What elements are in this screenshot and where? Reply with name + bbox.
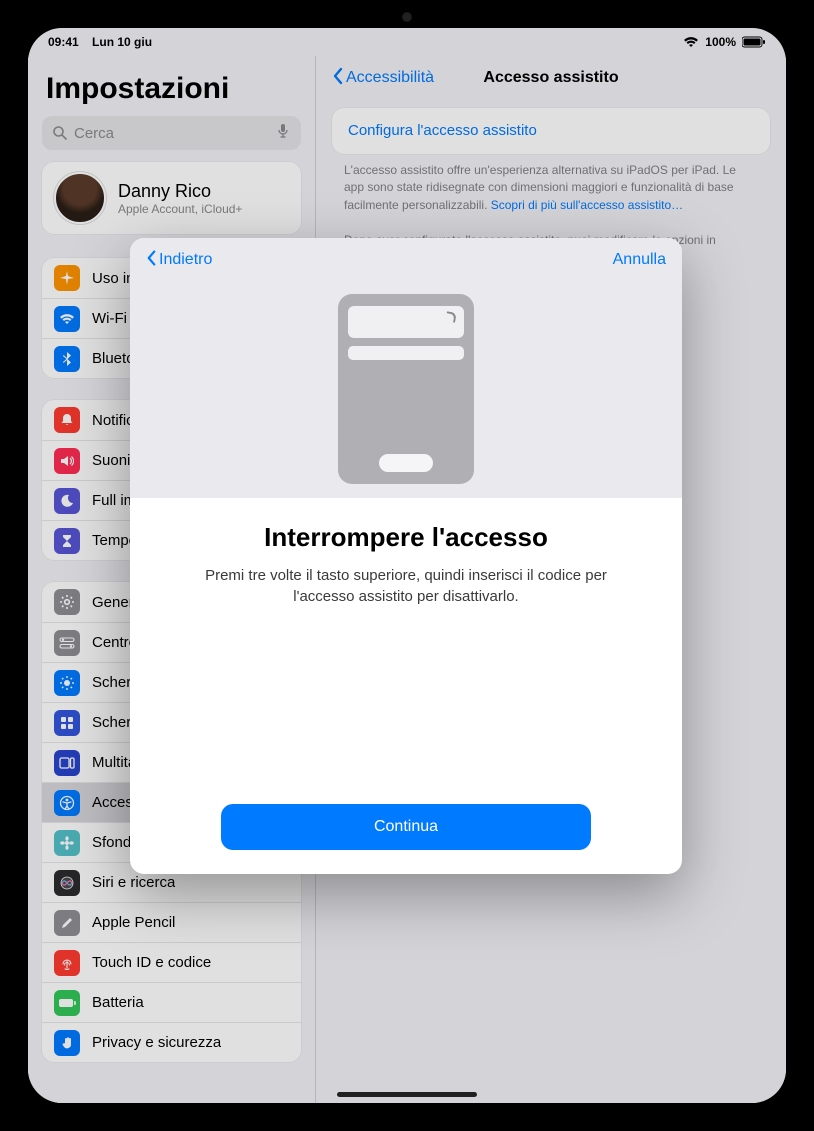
chevron-left-icon — [146, 249, 157, 272]
ipad-device-frame: 09:41 Lun 10 giu 100% Impostazioni — [0, 0, 814, 1131]
modal-sheet: Indietro Annulla Interrompere l'accesso … — [130, 238, 682, 874]
sheet-heading: Interrompere l'accesso — [170, 522, 642, 553]
continue-button[interactable]: Continua — [221, 804, 591, 850]
sheet-body-text: Premi tre volte il tasto superiore, quin… — [196, 565, 616, 607]
illus-top-bar — [348, 306, 464, 338]
sheet-nav: Indietro Annulla — [130, 238, 682, 282]
sheet-back-button[interactable]: Indietro — [146, 249, 212, 272]
screen: 09:41 Lun 10 giu 100% Impostazioni — [28, 28, 786, 1103]
sheet-cancel-button[interactable]: Annulla — [613, 251, 666, 269]
sheet-body: Interrompere l'accesso Premi tre volte i… — [130, 498, 682, 874]
illus-home-bar — [379, 454, 433, 472]
home-indicator[interactable] — [337, 1092, 477, 1097]
sheet-illustration-area: Indietro Annulla — [130, 238, 682, 498]
illus-line — [348, 346, 464, 360]
front-camera — [402, 12, 412, 22]
illustration-device — [338, 294, 474, 484]
sheet-back-label: Indietro — [159, 251, 212, 269]
